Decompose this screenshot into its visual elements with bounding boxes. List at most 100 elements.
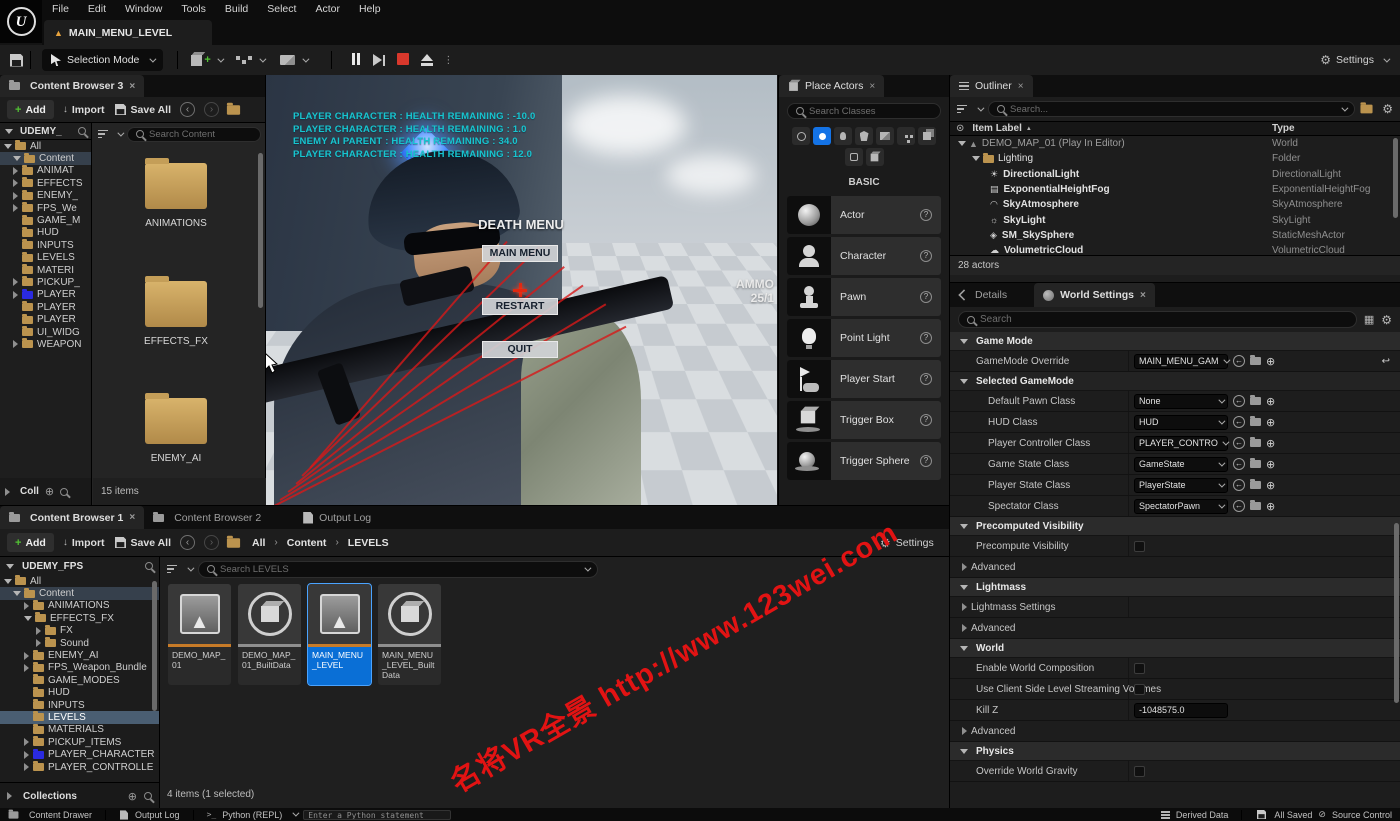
- back-icon[interactable]: ‹: [180, 535, 195, 550]
- cube-category-icon[interactable]: [865, 148, 884, 166]
- section-lightmass[interactable]: Lightmass: [950, 578, 1400, 597]
- tree-item[interactable]: ENEMY_: [0, 189, 91, 202]
- add-button[interactable]: + Add: [7, 100, 54, 119]
- asset-main-menu-builtdata[interactable]: MAIN_MENU_LEVEL_BuiltData: [378, 584, 441, 685]
- outliner-row-directionallight[interactable]: ☀ DirectionalLight DirectionalLight: [950, 167, 1400, 182]
- search-icon[interactable]: [60, 487, 69, 496]
- play-options-icon[interactable]: ⋮: [443, 55, 453, 66]
- tree-item[interactable]: HUD: [0, 226, 91, 239]
- column-type[interactable]: Type: [1272, 123, 1295, 134]
- tree-item[interactable]: ANIMAT: [0, 164, 91, 177]
- help-icon[interactable]: ?: [920, 455, 932, 467]
- browse-icon[interactable]: [1250, 416, 1261, 426]
- add-new-icon[interactable]: ⊕: [1266, 437, 1275, 450]
- restart-button[interactable]: RESTART: [482, 298, 558, 315]
- help-icon[interactable]: ?: [920, 332, 932, 344]
- settings-search-input[interactable]: Search: [958, 311, 1357, 328]
- tab-content-browser-2[interactable]: Content Browser 2: [144, 506, 270, 529]
- row-lightmass-settings[interactable]: Lightmass Settings: [950, 597, 1400, 618]
- tree-item[interactable]: GAME_M: [0, 214, 91, 226]
- filter-icon[interactable]: [167, 563, 177, 576]
- python-input[interactable]: Enter a Python statement: [303, 809, 452, 820]
- add-new-icon[interactable]: ⊕: [1266, 355, 1275, 368]
- kill-z-input[interactable]: -1048575.0: [1134, 702, 1228, 718]
- menu-actor[interactable]: Actor: [315, 3, 340, 15]
- help-icon[interactable]: ?: [920, 414, 932, 426]
- tree-item-content[interactable]: Content: [0, 587, 159, 600]
- place-actor-item-trigger-sphere[interactable]: Trigger Sphere?: [787, 442, 941, 480]
- add-new-icon[interactable]: ⊕: [1266, 500, 1275, 513]
- cinematics-dropdown[interactable]: [279, 55, 310, 65]
- tree-item[interactable]: EFFECTS: [0, 177, 91, 189]
- tree-item[interactable]: INPUTS: [0, 239, 91, 251]
- client-volumes-checkbox[interactable]: [1134, 683, 1145, 695]
- spectator-dropdown[interactable]: SpectatorPawn: [1134, 498, 1228, 514]
- breadcrumb-levels[interactable]: LEVELS: [348, 537, 389, 549]
- tab-content-browser-1[interactable]: Content Browser 1 ×: [0, 506, 145, 529]
- viewport[interactable]: PLAYER CHARACTER : HEALTH REMAINING : -1…: [266, 75, 777, 505]
- outliner-row-skylight[interactable]: ☼ SkyLight SkyLight: [950, 212, 1400, 227]
- tree-item[interactable]: UI_WIDG: [0, 326, 91, 338]
- place-actor-item-trigger-box[interactable]: Trigger Box?: [787, 401, 941, 439]
- place-actor-item-player-start[interactable]: Player Start?: [787, 360, 941, 398]
- close-icon[interactable]: ×: [129, 81, 135, 92]
- close-icon[interactable]: ×: [869, 81, 875, 92]
- cinematic-category-icon[interactable]: [876, 127, 894, 145]
- square-category-icon[interactable]: [844, 148, 863, 166]
- tree-item[interactable]: FPS_We: [0, 202, 91, 214]
- help-icon[interactable]: ?: [920, 373, 932, 385]
- tree-item[interactable]: EFFECTS_FX: [0, 612, 159, 624]
- blueprints-dropdown[interactable]: [235, 55, 267, 64]
- gear-icon[interactable]: ⚙: [1381, 313, 1392, 327]
- eject-button[interactable]: [421, 54, 434, 66]
- use-selected-icon[interactable]: ←: [1233, 458, 1245, 470]
- default-pawn-dropdown[interactable]: None: [1134, 393, 1228, 409]
- import-button[interactable]: ↓ Import: [63, 104, 105, 116]
- recent-category-icon[interactable]: [792, 127, 810, 145]
- place-actors-search-input[interactable]: Search Classes: [787, 103, 941, 119]
- basic-category-icon[interactable]: [813, 127, 831, 145]
- outliner-row-heightfog[interactable]: ▤ ExponentialHeightFog ExponentialHeightF…: [950, 182, 1400, 197]
- frame-skip-button[interactable]: [372, 54, 386, 66]
- path-folder-icon[interactable]: [226, 102, 241, 115]
- asset-demo-map-builtdata[interactable]: DEMO_MAP_01_BuiltData: [238, 584, 301, 685]
- column-item-label[interactable]: Item Label: [972, 123, 1021, 134]
- menu-help[interactable]: Help: [359, 3, 381, 15]
- toolbar-settings-dropdown[interactable]: ⚙ Settings: [1320, 53, 1391, 67]
- tab-outliner[interactable]: Outliner ×: [950, 75, 1033, 97]
- cb1-search-input[interactable]: Search LEVELS: [198, 560, 598, 578]
- content-drawer-button[interactable]: Content Drawer: [29, 810, 92, 820]
- tab-output-log[interactable]: Output Log: [294, 506, 380, 529]
- asset-main-menu-level[interactable]: ▲ MAIN_MENU_LEVEL: [307, 583, 372, 686]
- python-repl-dropdown[interactable]: Python (REPL): [222, 810, 282, 820]
- section-physics[interactable]: Physics: [950, 742, 1400, 761]
- add-new-icon[interactable]: ⊕: [1266, 416, 1275, 429]
- tree-item[interactable]: PLAYER_CONTROLLE: [0, 761, 159, 773]
- tree-item[interactable]: ENEMY_AI: [0, 649, 159, 661]
- help-icon[interactable]: ?: [920, 291, 932, 303]
- add-button[interactable]: + Add: [7, 533, 54, 552]
- browse-icon[interactable]: [1250, 395, 1261, 405]
- gamemode-override-dropdown[interactable]: MAIN_MENU_GAM: [1134, 353, 1230, 369]
- row-advanced-2[interactable]: Advanced: [950, 618, 1400, 639]
- eye-column-icon[interactable]: ⊙: [956, 123, 964, 134]
- save-all-button[interactable]: Save All: [114, 103, 171, 116]
- tree-item[interactable]: MATERI: [0, 264, 91, 276]
- tree-item-all[interactable]: All: [0, 140, 91, 152]
- player-controller-dropdown[interactable]: PLAYER_CONTRO: [1134, 435, 1230, 451]
- tab-details[interactable]: Details: [950, 283, 1016, 307]
- outliner-row-skyatmosphere[interactable]: ◠ SkyAtmosphere SkyAtmosphere: [950, 197, 1400, 212]
- filter-icon[interactable]: [957, 103, 967, 116]
- add-new-icon[interactable]: ⊕: [1266, 479, 1275, 492]
- forward-icon[interactable]: ›: [204, 102, 219, 117]
- row-advanced-3[interactable]: Advanced: [950, 721, 1400, 742]
- menu-edit[interactable]: Edit: [88, 3, 106, 15]
- use-selected-icon[interactable]: ←: [1233, 395, 1245, 407]
- filter-icon[interactable]: [98, 128, 108, 141]
- tree-item[interactable]: WEAPON: [0, 338, 91, 350]
- search-icon[interactable]: [144, 792, 152, 800]
- asset-demo-map-01[interactable]: ▲ DEMO_MAP_01: [168, 584, 231, 685]
- hud-class-dropdown[interactable]: HUD: [1134, 414, 1228, 430]
- scrollbar[interactable]: [1393, 138, 1398, 218]
- gear-icon[interactable]: ⚙: [1382, 102, 1393, 116]
